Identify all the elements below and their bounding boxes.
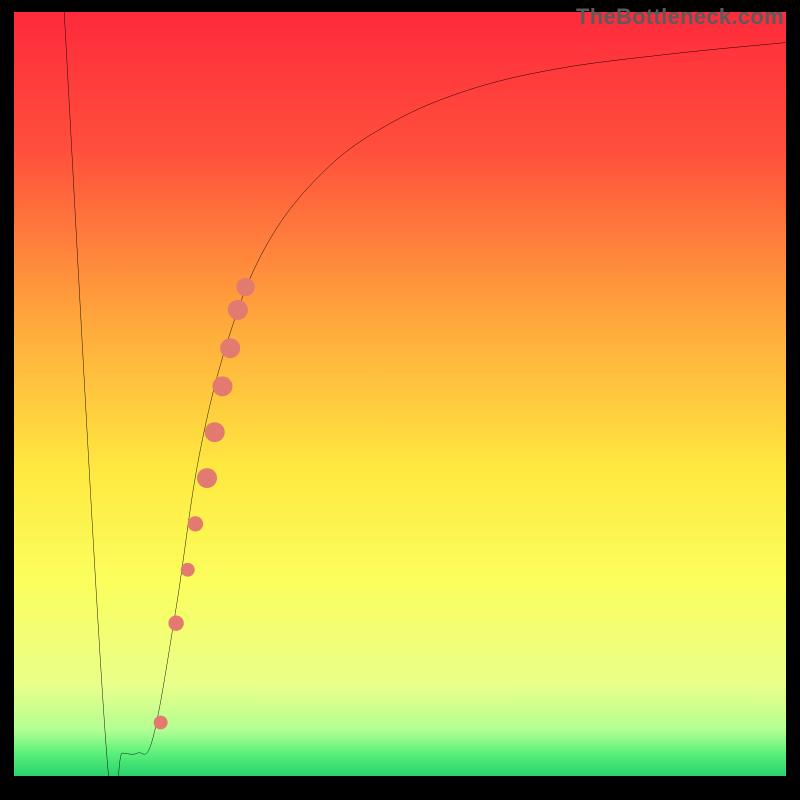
data-marker [228, 300, 248, 320]
data-marker [197, 468, 217, 488]
data-marker [168, 616, 183, 631]
data-marker [236, 278, 255, 296]
data-marker [212, 376, 232, 396]
gradient-background [14, 12, 786, 776]
bottleneck-chart [14, 12, 786, 776]
plot-area: TheBottleneck.com [14, 12, 786, 776]
data-marker [181, 563, 195, 577]
data-marker [220, 338, 240, 358]
data-marker [188, 516, 203, 531]
chart-container: TheBottleneck.com [0, 0, 800, 800]
data-marker [205, 422, 225, 442]
watermark-text: TheBottleneck.com [576, 4, 784, 30]
data-marker [154, 716, 168, 730]
